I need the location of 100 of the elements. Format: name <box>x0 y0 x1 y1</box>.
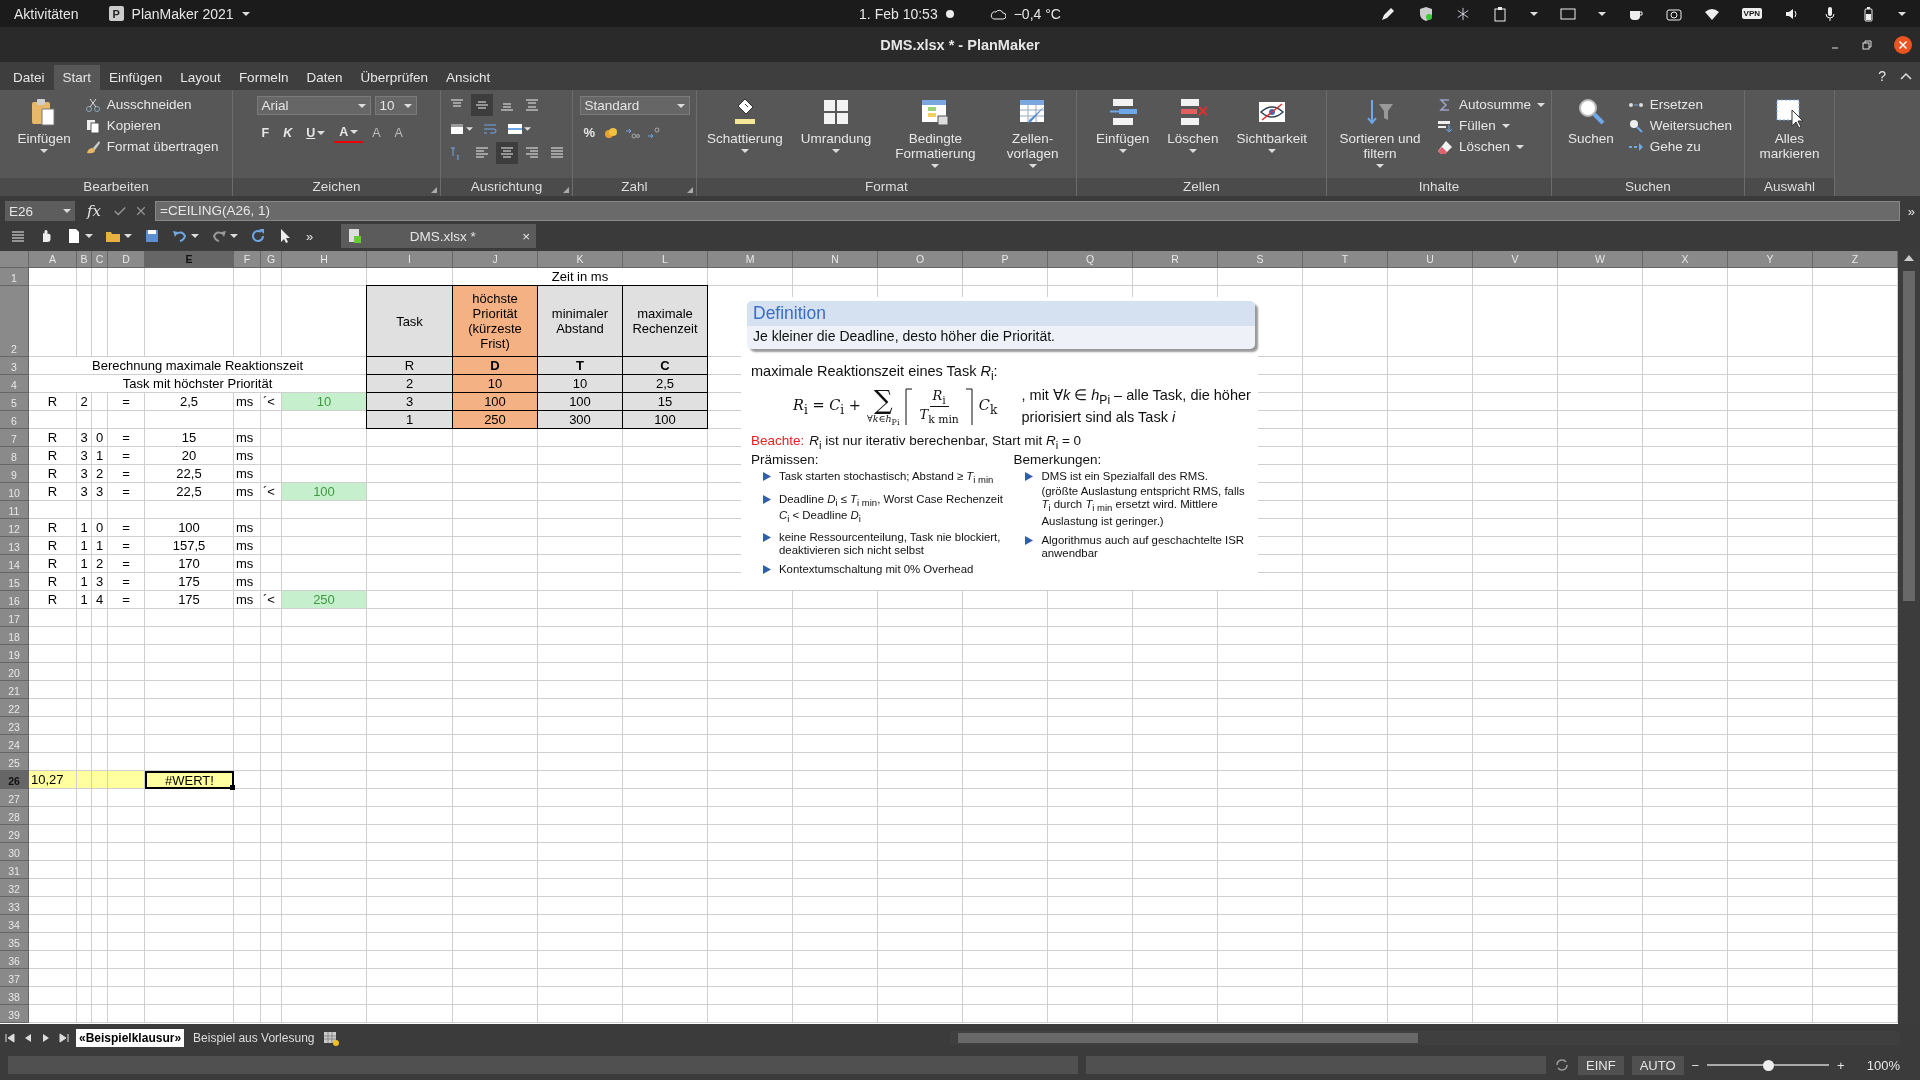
number-format-field[interactable]: Standard <box>579 96 690 115</box>
scrollbar-thumb[interactable] <box>958 1033 1418 1043</box>
menu-tab[interactable]: Daten <box>297 65 352 90</box>
align-middle-icon[interactable] <box>470 94 493 116</box>
column-header[interactable]: R <box>1133 251 1218 268</box>
caret-icon[interactable] <box>241 11 250 16</box>
menu-tab[interactable]: Datei <box>4 65 54 90</box>
ribbon-button[interactable]: Bedingte Formatierung <box>885 94 986 170</box>
ribbon-button[interactable]: Einfügen <box>1092 94 1154 155</box>
row-header[interactable]: 8 <box>0 447 29 465</box>
column-header[interactable]: O <box>878 251 963 268</box>
ribbon-button[interactable]: Kopieren <box>84 117 219 135</box>
document-tab[interactable]: DMS.xlsx * × <box>341 224 537 248</box>
app-menu[interactable]: PlanMaker 2021 <box>131 5 234 22</box>
more-button[interactable]: » <box>306 228 314 244</box>
row-header[interactable]: 7 <box>0 429 29 447</box>
caret-icon[interactable] <box>1898 11 1906 16</box>
row-header[interactable]: 38 <box>0 987 29 1005</box>
row-header[interactable]: 17 <box>0 609 29 627</box>
ribbon-button[interactable]: Weitersuchen <box>1627 117 1733 135</box>
column-header[interactable]: T <box>1303 251 1388 268</box>
cell-name-field[interactable]: E26 <box>5 201 75 221</box>
row-header[interactable]: 27 <box>0 789 29 807</box>
menu-tab[interactable]: Formeln <box>229 65 298 90</box>
vpn-icon[interactable]: VPN <box>1741 8 1762 19</box>
row-header[interactable]: 15 <box>0 573 29 591</box>
close-icon[interactable] <box>1894 35 1912 54</box>
scroll-up-icon[interactable] <box>1904 255 1914 261</box>
format-button[interactable]: K <box>278 124 298 142</box>
align-center-icon[interactable] <box>495 142 518 164</box>
caret-icon[interactable] <box>85 234 93 238</box>
app-icon[interactable]: P <box>108 6 124 21</box>
calc-mode[interactable]: AUTO <box>1631 1055 1684 1075</box>
ribbon-button[interactable]: Füllen <box>1436 117 1545 135</box>
column-header[interactable]: Q <box>1048 251 1133 268</box>
ribbon-button[interactable]: Löschen <box>1436 138 1545 156</box>
row-header[interactable]: 16 <box>0 591 29 609</box>
row-header[interactable]: 4 <box>0 375 29 393</box>
format-button[interactable]: U <box>301 124 331 142</box>
column-header[interactable]: F <box>234 251 261 268</box>
fill-handle[interactable] <box>230 785 235 790</box>
row-header[interactable]: 3 <box>0 357 29 375</box>
menu-tab[interactable]: Layout <box>171 65 230 90</box>
row-header[interactable]: 34 <box>0 915 29 933</box>
column-header[interactable]: V <box>1473 251 1558 268</box>
row-header[interactable]: 5 <box>0 393 29 411</box>
caret-icon[interactable] <box>1597 11 1606 16</box>
zoom-in-button[interactable]: + <box>1837 1057 1845 1073</box>
row-header[interactable]: 6 <box>0 411 29 429</box>
ribbon-button[interactable]: Ersetzen <box>1627 96 1733 114</box>
screen-icon[interactable] <box>1559 5 1576 22</box>
row-header[interactable]: 36 <box>0 951 29 969</box>
font-field[interactable]: Arial <box>256 96 371 115</box>
sheet-tab[interactable]: Beispiel aus Vorlesung <box>190 1029 318 1047</box>
shield-icon[interactable] <box>1417 5 1434 22</box>
row-header[interactable]: 25 <box>0 753 29 771</box>
ribbon-button[interactable]: Suchen <box>1563 94 1618 148</box>
column-header[interactable]: K <box>538 251 623 268</box>
row-header[interactable]: 10 <box>0 483 29 501</box>
percent-button[interactable]: % <box>579 123 600 142</box>
slider-thumb[interactable] <box>1762 1059 1774 1071</box>
row-header[interactable]: 11 <box>0 501 29 519</box>
clipboard-icon[interactable] <box>1491 5 1508 22</box>
row-header[interactable]: 20 <box>0 663 29 681</box>
restore-icon[interactable] <box>1862 39 1872 50</box>
row-header[interactable]: 29 <box>0 825 29 843</box>
row-header[interactable]: 32 <box>0 879 29 897</box>
launcher-icon[interactable] <box>687 187 693 193</box>
collapse-icon[interactable] <box>1900 71 1912 81</box>
activities-button[interactable]: Aktivitäten <box>14 5 79 22</box>
column-header[interactable]: P <box>963 251 1048 268</box>
column-header[interactable]: D <box>108 251 145 268</box>
format-button[interactable]: A <box>389 124 408 142</box>
launcher-icon[interactable] <box>563 187 569 193</box>
formula-field[interactable]: =CEILING(A26, 1) <box>155 201 1900 221</box>
microphone-icon[interactable] <box>1822 5 1838 22</box>
clock[interactable]: 1. Feb 10:53 <box>859 5 938 22</box>
row-header[interactable]: 22 <box>0 699 29 717</box>
check-icon[interactable] <box>113 204 127 218</box>
column-header[interactable]: H <box>282 251 367 268</box>
horizontal-scrollbar[interactable] <box>950 1031 1900 1045</box>
row-header[interactable]: 23 <box>0 717 29 735</box>
ribbon-button[interactable]: Löschen <box>1163 94 1223 155</box>
row-header[interactable]: 21 <box>0 681 29 699</box>
column-header[interactable]: X <box>1643 251 1728 268</box>
ribbon-button[interactable]: Umrandung <box>796 94 876 155</box>
ribbon-button[interactable]: Einfügen <box>13 94 75 155</box>
redo-icon[interactable] <box>211 228 227 244</box>
sync-icon[interactable] <box>1554 1057 1570 1073</box>
last-sheet-icon[interactable] <box>58 1032 70 1044</box>
row-header[interactable]: 12 <box>0 519 29 537</box>
ribbon-button[interactable]: Format übertragen <box>84 138 219 156</box>
row-header[interactable]: 35 <box>0 933 29 951</box>
column-header[interactable]: A <box>29 251 77 268</box>
save-icon[interactable] <box>144 228 160 244</box>
row-header[interactable]: 2 <box>0 286 29 357</box>
column-header[interactable]: Y <box>1728 251 1813 268</box>
row-header[interactable]: 30 <box>0 843 29 861</box>
ribbon-button[interactable]: Gehe zu <box>1627 138 1733 156</box>
format-button[interactable]: A <box>367 124 386 142</box>
